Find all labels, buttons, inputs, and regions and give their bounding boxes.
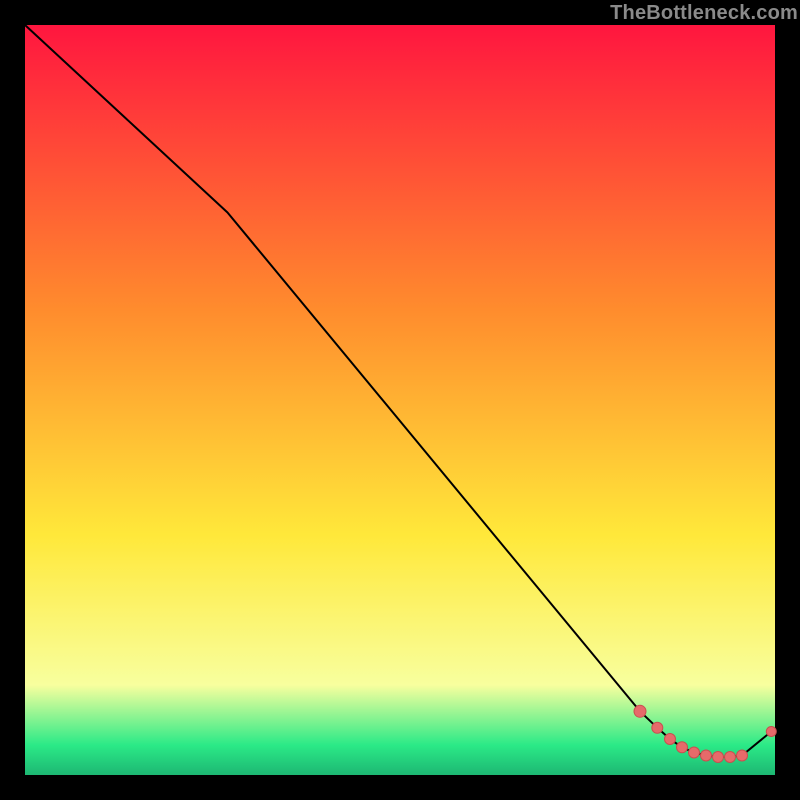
data-marker bbox=[634, 705, 646, 717]
data-marker bbox=[766, 727, 776, 737]
data-marker bbox=[689, 747, 700, 758]
watermark-text: TheBottleneck.com bbox=[610, 2, 798, 25]
data-line bbox=[25, 25, 771, 757]
data-marker bbox=[665, 734, 676, 745]
chart-plot bbox=[25, 25, 775, 775]
data-marker bbox=[725, 752, 736, 763]
data-marker bbox=[701, 750, 712, 761]
chart-overlay bbox=[25, 25, 775, 775]
data-marker bbox=[652, 722, 663, 733]
data-marker bbox=[677, 742, 688, 753]
data-marker bbox=[737, 750, 748, 761]
data-markers bbox=[634, 705, 776, 762]
data-marker bbox=[713, 752, 724, 763]
